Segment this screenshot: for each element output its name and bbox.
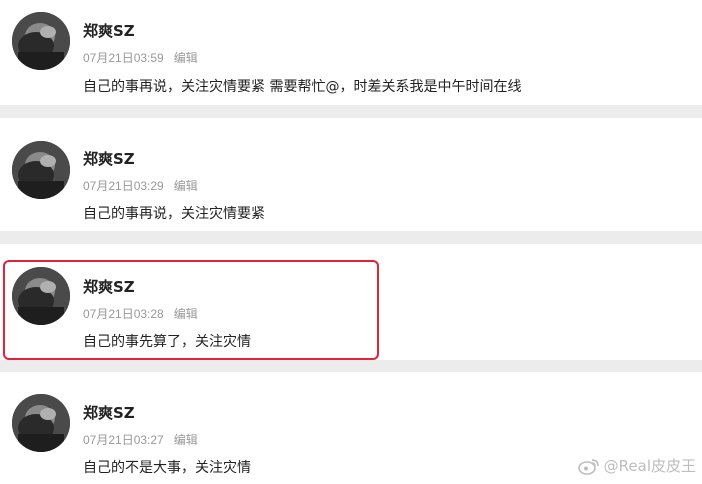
username[interactable]: 郑爽SZ <box>83 148 135 169</box>
comment-text: 自己的事再说，关注灾情要紧 需要帮忙@，时差关系我是中午时间在线 <box>83 79 522 95</box>
comment-meta: 07月21日03:29 编辑 <box>83 177 198 194</box>
highlight-box <box>3 260 379 360</box>
comment-text: 自己的不是大事，关注灾情 <box>83 460 251 476</box>
comment-meta: 07月21日03:59 编辑 <box>83 49 198 66</box>
timestamp: 07月21日03:29 <box>83 179 164 193</box>
avatar[interactable] <box>12 394 70 452</box>
username[interactable]: 郑爽SZ <box>83 402 135 423</box>
username[interactable]: 郑爽SZ <box>83 20 135 41</box>
avatar[interactable] <box>12 141 70 199</box>
comment-card: 郑爽SZ 07月21日03:29 编辑 自己的事再说，关注灾情要紧 <box>0 118 702 231</box>
avatar[interactable] <box>12 12 70 70</box>
avatar-image <box>12 394 70 452</box>
watermark: @Real皮皮王 <box>577 455 696 476</box>
weibo-logo-icon <box>577 458 599 475</box>
edit-button[interactable]: 编辑 <box>174 179 198 193</box>
watermark-text: @Real皮皮王 <box>603 457 696 475</box>
comment-card: 郑爽SZ 07月21日03:59 编辑 自己的事再说，关注灾情要紧 需要帮忙@，时… <box>0 0 702 105</box>
comment-meta: 07月21日03:27 编辑 <box>83 431 198 448</box>
avatar-image <box>12 141 70 199</box>
comment-text: 自己的事再说，关注灾情要紧 <box>83 206 265 222</box>
timestamp: 07月21日03:27 <box>83 433 164 447</box>
avatar-image <box>12 12 70 70</box>
edit-button[interactable]: 编辑 <box>174 51 198 65</box>
timestamp: 07月21日03:59 <box>83 51 164 65</box>
edit-button[interactable]: 编辑 <box>174 433 198 447</box>
